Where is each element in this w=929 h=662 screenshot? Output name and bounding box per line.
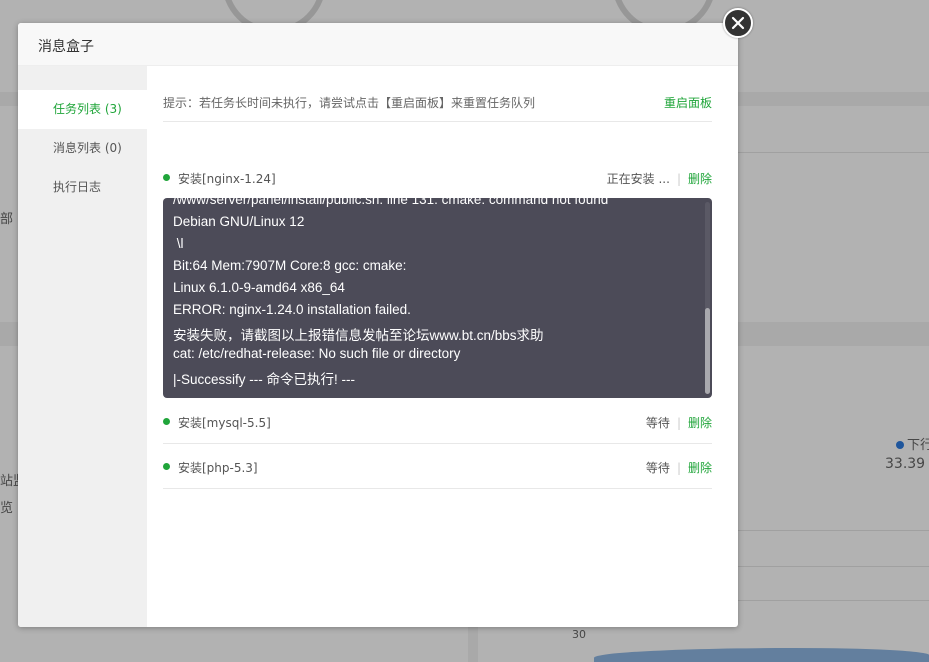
install-log-output[interactable]: /www/server/panel/install/public.sh: lin… [163,198,712,398]
close-icon [731,16,745,30]
modal-header: 消息盒子 [18,23,738,66]
task-name: 安装[nginx-1.24] [178,172,276,186]
task-row: 安装[mysql-5.5] 等待 | 删除 [163,399,712,444]
tip-text: 提示：若任务长时间未执行，请尝试点击【重启面板】来重置任务队列 [163,96,536,110]
message-box-modal: 消息盒子 任务列表 (3) 消息列表 (0) 执行日志 提示：若任务长时间未执行… [18,23,738,627]
modal-title: 消息盒子 [38,39,94,55]
sidebar-item-label: 执行日志 [53,180,102,194]
delete-task-button[interactable]: 删除 [688,416,712,430]
modal-sidebar: 任务列表 (3) 消息列表 (0) 执行日志 [18,66,147,627]
status-dot-icon [163,418,170,425]
sidebar-item-message-list[interactable]: 消息列表 (0) [18,129,147,168]
task-status: 等待 [645,461,670,475]
separator: | [676,172,681,186]
sidebar-item-execution-log[interactable]: 执行日志 [18,168,147,207]
separator: | [676,461,681,475]
separator: | [676,416,681,430]
tip-row: 提示：若任务长时间未执行，请尝试点击【重启面板】来重置任务队列 重启面板 [163,88,712,122]
restart-panel-link[interactable]: 重启面板 [664,94,712,111]
task-status: 正在安装 ... [606,172,670,186]
log-line: Linux 6.1.0-9-amd64 x86_64 [173,280,345,295]
log-line: Bit:64 Mem:7907M Core:8 gcc: cmake: [173,258,407,273]
status-dot-icon [163,174,170,181]
log-line: cat: /etc/redhat-release: No such file o… [173,346,461,361]
task-name: 安装[php-5.3] [178,461,258,475]
task-row: 安装[php-5.3] 等待 | 删除 [163,444,712,489]
task-list-panel: 提示：若任务长时间未执行，请尝试点击【重启面板】来重置任务队列 重启面板 安装[… [163,66,712,627]
log-scrollbar-thumb[interactable] [705,308,710,394]
task-status: 等待 [645,416,670,430]
log-line: ERROR: nginx-1.24.0 installation failed. [173,302,411,317]
task-actions: 正在安装 ... | 删除 [607,170,712,187]
close-modal-button[interactable] [723,8,753,38]
sidebar-item-task-list[interactable]: 任务列表 (3) [18,90,147,129]
task-row: 安装[nginx-1.24] 正在安装 ... | 删除 [163,155,712,200]
log-line: /www/server/panel/install/public.sh: lin… [173,198,609,207]
task-name: 安装[mysql-5.5] [178,416,271,430]
log-line: Debian GNU/Linux 12 [173,214,305,229]
delete-task-button[interactable]: 删除 [688,461,712,475]
sidebar-item-label: 消息列表 (0) [53,141,122,155]
log-line: \l [173,236,184,251]
status-dot-icon [163,463,170,470]
log-line: 安装失败，请截图以上报错信息发帖至论坛www.bt.cn/bbs求助 [173,328,544,343]
delete-task-button[interactable]: 删除 [688,172,712,186]
task-actions: 等待 | 删除 [646,414,712,431]
sidebar-item-label: 任务列表 (3) [53,102,122,116]
task-actions: 等待 | 删除 [646,459,712,476]
log-line: |-Successify --- 命令已执行! --- [173,372,355,387]
log-scrollbar[interactable] [705,202,710,394]
